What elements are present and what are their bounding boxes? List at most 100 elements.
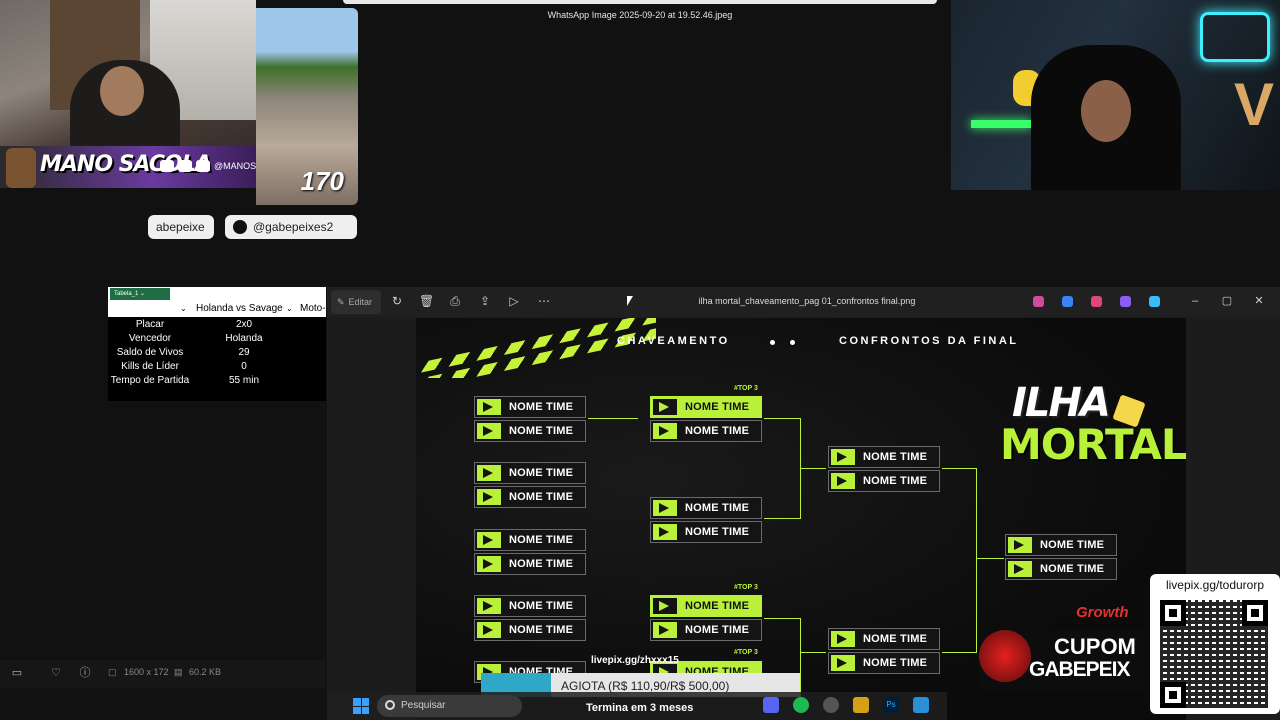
row-value: 0 bbox=[241, 361, 247, 372]
viewer-count: 170 bbox=[300, 166, 344, 196]
top3-tag: #TOP 3 bbox=[734, 385, 758, 392]
maximize-icon[interactable]: ▢ bbox=[1219, 293, 1235, 309]
discord-icon[interactable] bbox=[763, 697, 779, 713]
filter-chevron-icon[interactable]: ⌄ bbox=[286, 301, 293, 317]
app-icon[interactable] bbox=[1120, 296, 1131, 307]
row-value: Holanda bbox=[225, 333, 263, 344]
bracket-heading-left: CHAVEAMENTO bbox=[617, 335, 730, 347]
app-icon[interactable] bbox=[853, 697, 869, 713]
spotify-icon[interactable] bbox=[793, 697, 809, 713]
top3-tag: #TOP 3 bbox=[734, 649, 758, 656]
growth-brand: Growth bbox=[1076, 604, 1129, 621]
social-pill-label: @gabepeixes2 bbox=[253, 220, 334, 234]
table-row: Tempo de Partida 55 min bbox=[108, 375, 326, 389]
landfill-photo: 170 bbox=[256, 8, 358, 205]
row-value: 29 bbox=[238, 347, 250, 358]
team-slot: NOME TIME bbox=[1005, 558, 1117, 580]
viewer-title: WhatsApp Image 2025-09-20 at 19.52.46.jp… bbox=[547, 10, 733, 20]
sheet-tab-label: Tabela_1 bbox=[114, 291, 139, 297]
social-pill-1: abepeixe bbox=[148, 215, 214, 239]
slideshow-icon[interactable]: ▷ bbox=[507, 294, 521, 308]
favorite-icon[interactable]: ♡ bbox=[49, 666, 63, 680]
webcam-left: MANO SACOLA @MANOSACOLA bbox=[0, 0, 256, 188]
copilot-icon[interactable] bbox=[1033, 296, 1044, 307]
fivem-logo-icon: V bbox=[1233, 71, 1274, 138]
designer-icon[interactable] bbox=[1062, 296, 1073, 307]
qr-label: livepix.gg/todurorp bbox=[1165, 578, 1265, 592]
table-row: Kills de Líder 0 bbox=[108, 361, 326, 375]
print-icon[interactable]: ⎙ bbox=[448, 294, 462, 308]
table-row: Saldo de Vivos 29 bbox=[108, 347, 326, 361]
team-slot: NOME TIME bbox=[474, 619, 586, 641]
team-slot: NOME TIME bbox=[1005, 534, 1117, 556]
logo-mortal: MORTAL bbox=[1000, 420, 1186, 469]
obs-icon[interactable] bbox=[823, 697, 839, 713]
youtube-icon bbox=[160, 160, 174, 172]
image-viewer-strip bbox=[343, 0, 937, 4]
photo-file-title: ilha mortal_chaveamento_pag 01_confronto… bbox=[698, 296, 916, 306]
viewer-status-bar: ▭ ♡ ⓘ ▢ 1600 x 172 ▤ 60.2 KB bbox=[0, 660, 326, 688]
social-pill-2: @gabepeixes2 bbox=[225, 215, 357, 239]
team-slot: NOME TIME bbox=[474, 396, 586, 418]
row-key: Tempo de Partida bbox=[110, 375, 190, 386]
social-handle: @MANOSACOLA bbox=[214, 161, 256, 171]
share-icon[interactable]: ⇪ bbox=[478, 294, 492, 308]
row-key: Placar bbox=[135, 319, 165, 330]
team-slot: NOME TIME bbox=[474, 595, 586, 617]
webcam-right: V bbox=[951, 0, 1280, 190]
team-slot: NOME TIME bbox=[650, 521, 762, 543]
rotate-icon[interactable]: ↻ bbox=[390, 294, 404, 308]
column-header[interactable]: Holanda vs Savage bbox=[196, 301, 283, 317]
search-placeholder: Pesquisar bbox=[401, 700, 446, 711]
team-slot: NOME TIME bbox=[650, 497, 762, 519]
team-slot: NOME TIME bbox=[828, 628, 940, 650]
edit-icon: ✎ bbox=[337, 296, 345, 307]
file-size: 60.2 KB bbox=[189, 667, 222, 677]
bracket-heading-right: CONFRONTOS DA FINAL bbox=[839, 335, 1019, 347]
tiktok-icon bbox=[233, 220, 247, 234]
more-icon[interactable]: ⋯ bbox=[537, 294, 551, 308]
delete-icon[interactable]: 🗑 bbox=[419, 294, 434, 308]
filter-chevron-icon[interactable]: ⌄ bbox=[180, 301, 187, 317]
social-pill-label: abepeixe bbox=[156, 220, 205, 234]
tiktok-icon bbox=[196, 160, 210, 172]
onedrive-icon[interactable] bbox=[1149, 296, 1160, 307]
windows-start-icon[interactable] bbox=[353, 698, 369, 714]
team-slot: NOME TIME bbox=[474, 529, 586, 551]
row-key: Kills de Líder bbox=[121, 361, 179, 372]
image-dimensions: 1600 x 172 bbox=[124, 667, 169, 677]
team-slot: NOME TIME bbox=[474, 553, 586, 575]
qr-card: livepix.gg/todurorp bbox=[1150, 574, 1280, 714]
close-icon[interactable]: ✕ bbox=[1251, 293, 1267, 309]
team-slot: NOME TIME bbox=[650, 420, 762, 442]
brand-logo-icon bbox=[979, 630, 1031, 682]
photoshop-icon[interactable]: Ps bbox=[883, 697, 899, 713]
team-slot: NOME TIME bbox=[474, 420, 586, 442]
photos-app-icon[interactable] bbox=[913, 697, 929, 713]
heading-dot bbox=[790, 340, 795, 345]
mouse-cursor-icon bbox=[627, 296, 633, 306]
heading-dot bbox=[770, 340, 775, 345]
livepix-url: livepix.gg/zhxxx15 bbox=[591, 655, 679, 666]
row-key: Vencedor bbox=[128, 333, 172, 344]
filmstrip-icon[interactable]: ▭ bbox=[10, 666, 24, 680]
social-icons: @MANOSACOLA bbox=[160, 160, 256, 172]
edit-button[interactable]: ✎ Editar bbox=[331, 290, 381, 314]
sheet-tab[interactable]: Tabela_1 ⌄ bbox=[110, 288, 170, 300]
team-slot: NOME TIME bbox=[828, 446, 940, 468]
info-icon[interactable]: ⓘ bbox=[78, 666, 92, 680]
team-slot: NOME TIME bbox=[828, 652, 940, 674]
row-value: 55 min bbox=[228, 375, 259, 386]
column-header[interactable]: Moto- bbox=[300, 301, 326, 317]
minimize-icon[interactable]: – bbox=[1187, 293, 1203, 309]
coupon-banner: CUPOM GABEPEIX bbox=[979, 630, 1149, 690]
edit-label: Editar bbox=[348, 297, 373, 307]
clipchamp-icon[interactable] bbox=[1091, 296, 1102, 307]
file-icon: ▤ bbox=[174, 667, 183, 677]
image-icon: ▢ bbox=[108, 667, 117, 677]
taskbar-search-input[interactable]: Pesquisar bbox=[377, 695, 522, 717]
donation-time-left: Termina em 3 meses bbox=[586, 702, 694, 714]
search-icon bbox=[385, 700, 395, 710]
table-row: Placar 2x0 bbox=[108, 319, 326, 333]
hazard-tape bbox=[416, 318, 656, 378]
